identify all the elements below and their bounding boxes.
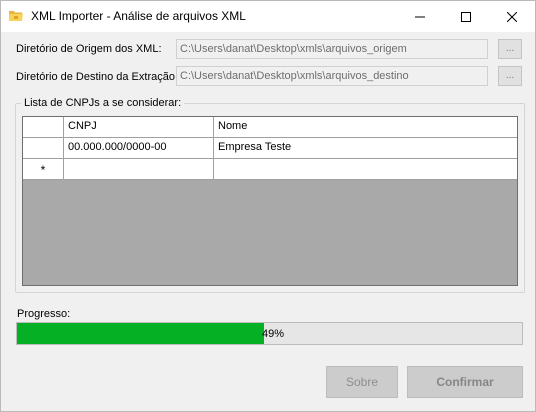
main-window: XML Importer - Análise de arquivos XML D… bbox=[0, 0, 536, 412]
new-cnpj-cell[interactable] bbox=[64, 159, 214, 180]
table-row[interactable]: 00.000.000/0000-00 Empresa Teste bbox=[23, 138, 517, 159]
nome-cell[interactable]: Empresa Teste bbox=[214, 138, 517, 159]
grid-header-row: CNPJ Nome bbox=[23, 117, 517, 138]
new-row-marker: * bbox=[23, 159, 64, 180]
cnpj-data-grid[interactable]: CNPJ Nome 00.000.000/0000-00 Empresa Tes… bbox=[22, 116, 518, 286]
title-bar[interactable]: XML Importer - Análise de arquivos XML bbox=[1, 1, 535, 32]
destination-browse-button[interactable]: ... bbox=[498, 66, 522, 86]
origin-label: Diretório de Origem dos XML: bbox=[16, 43, 162, 55]
minimize-button[interactable] bbox=[397, 1, 443, 32]
progress-label: Progresso: bbox=[17, 308, 71, 320]
window-title: XML Importer - Análise de arquivos XML bbox=[31, 9, 246, 23]
confirm-button[interactable]: Confirmar bbox=[407, 366, 523, 398]
progress-bar: 49% bbox=[16, 322, 523, 345]
close-icon bbox=[507, 11, 517, 22]
row-header[interactable] bbox=[23, 138, 64, 159]
destination-path-field[interactable]: C:\Users\danat\Desktop\xmls\arquivos_des… bbox=[176, 66, 488, 86]
cnpj-cell[interactable]: 00.000.000/0000-00 bbox=[64, 138, 214, 159]
cnpj-group-legend: Lista de CNPJs a se considerar: bbox=[21, 97, 185, 109]
column-header-nome[interactable]: Nome bbox=[214, 117, 517, 138]
about-button[interactable]: Sobre bbox=[326, 366, 398, 398]
column-header-cnpj[interactable]: CNPJ bbox=[64, 117, 214, 138]
progress-text: 49% bbox=[262, 328, 285, 340]
progress-fill bbox=[17, 323, 265, 344]
origin-path-field[interactable]: C:\Users\danat\Desktop\xmls\arquivos_ori… bbox=[176, 39, 488, 59]
maximize-button[interactable] bbox=[443, 1, 489, 32]
origin-browse-button[interactable]: ... bbox=[498, 39, 522, 59]
close-button[interactable] bbox=[489, 1, 535, 32]
row-header-corner[interactable] bbox=[23, 117, 64, 138]
destination-label: Diretório de Destino da Extração: bbox=[16, 71, 179, 83]
new-row[interactable]: * bbox=[23, 159, 517, 180]
new-nome-cell[interactable] bbox=[214, 159, 517, 180]
folder-icon bbox=[9, 10, 23, 22]
